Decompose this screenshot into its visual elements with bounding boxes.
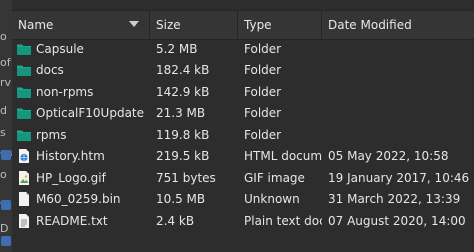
sidebar-fragment: d <box>0 104 7 117</box>
file-type: Folder <box>244 106 282 121</box>
folder-icon <box>16 105 32 121</box>
folder-icon <box>16 41 32 57</box>
file-name-cell: README.txt <box>12 213 150 229</box>
file-name-cell: rpms <box>12 127 150 143</box>
column-header-date-label: Date Modified <box>328 18 412 32</box>
column-header-date-modified[interactable]: Date Modified <box>322 11 474 39</box>
sidebar-fragment-icon <box>1 150 11 160</box>
file-name-cell: Capsule <box>12 41 150 57</box>
sort-descending-icon <box>129 21 139 27</box>
file-rows: Capsule 5.2 MB Folder docs 182.4 kB Folder non… <box>12 38 474 232</box>
file-name: docs <box>36 63 64 78</box>
sidebar-fragment: o <box>0 168 7 181</box>
folder-icon <box>16 127 32 143</box>
file-type: HTML docum… <box>244 149 322 164</box>
file-date-modified: 19 January 2017, 10:46 <box>328 170 470 185</box>
file-name-cell: HP_Logo.gif <box>12 170 150 186</box>
file-row[interactable]: Capsule 5.2 MB Folder <box>12 38 474 60</box>
file-row[interactable]: History.htm 219.5 kB HTML docum… 05 May 202… <box>12 146 474 168</box>
binary-file-icon <box>16 191 32 207</box>
file-name: Capsule <box>36 41 84 56</box>
file-row[interactable]: docs 182.4 kB Folder <box>12 60 474 82</box>
file-row[interactable]: M60_0259.bin 10.5 MB Unknown 31 March 2022,… <box>12 189 474 211</box>
file-name-cell: non-rpms <box>12 84 150 100</box>
image-file-icon <box>16 170 32 186</box>
file-size: 142.9 kB <box>156 84 210 99</box>
file-list: Name Size Type Date Modified Capsule 5.2 … <box>12 0 474 252</box>
column-header-size[interactable]: Size <box>150 11 238 39</box>
column-header-name-label: Name <box>18 18 54 32</box>
file-type: Unknown <box>244 192 300 207</box>
file-name: rpms <box>36 127 67 142</box>
file-row[interactable]: non-rpms 142.9 kB Folder <box>12 81 474 103</box>
file-name-cell: docs <box>12 62 150 78</box>
file-name-cell: History.htm <box>12 148 150 164</box>
file-size: 2.4 kB <box>156 213 195 228</box>
sidebar-fragment: D <box>0 222 9 235</box>
file-name-cell: OpticalF10Update <box>12 105 150 121</box>
column-header-name[interactable]: Name <box>12 11 150 39</box>
file-type: Plain text doc… <box>244 213 322 228</box>
file-date-modified: 31 March 2022, 13:39 <box>328 192 461 207</box>
text-file-icon <box>16 213 32 229</box>
html-file-icon <box>16 148 32 164</box>
sidebar-fragment: o <box>0 30 7 43</box>
file-manager-window: oofrvdsouocD Name Size Type Date Modifie… <box>0 0 474 252</box>
file-type: Folder <box>244 63 282 78</box>
file-size: 751 bytes <box>156 170 216 185</box>
file-row[interactable]: OpticalF10Update 21.3 MB Folder <box>12 103 474 125</box>
sidebar-fragment-icon <box>1 200 11 210</box>
folder-icon <box>16 84 32 100</box>
sidebar-fragment: of <box>0 56 11 69</box>
file-size: 219.5 kB <box>156 149 210 164</box>
file-name: HP_Logo.gif <box>36 170 106 185</box>
column-header-type[interactable]: Type <box>238 11 322 39</box>
column-header-size-label: Size <box>156 18 181 32</box>
column-header: Name Size Type Date Modified <box>12 10 474 40</box>
file-type: Folder <box>244 127 282 142</box>
file-size: 182.4 kB <box>156 63 210 78</box>
file-size: 119.8 kB <box>156 127 210 142</box>
file-date-modified: 05 May 2022, 10:58 <box>328 149 449 164</box>
file-row[interactable]: rpms 119.8 kB Folder <box>12 124 474 146</box>
folder-icon <box>16 62 32 78</box>
file-type: Folder <box>244 84 282 99</box>
sidebar-fragment: rv <box>0 76 12 89</box>
file-name-cell: M60_0259.bin <box>12 191 150 207</box>
file-name: non-rpms <box>36 84 94 99</box>
file-row[interactable]: README.txt 2.4 kB Plain text doc… 07 August… <box>12 210 474 232</box>
file-type: Folder <box>244 41 282 56</box>
file-type: GIF image <box>244 170 305 185</box>
file-size: 5.2 MB <box>156 41 198 56</box>
sidebar-fragment-icon <box>1 236 11 246</box>
sidebar-fragment: s <box>0 126 6 139</box>
file-size: 10.5 MB <box>156 192 206 207</box>
file-name: History.htm <box>36 149 105 164</box>
file-name: M60_0259.bin <box>36 192 121 207</box>
file-date-modified: 07 August 2020, 14:00 <box>328 213 466 228</box>
file-name: OpticalF10Update <box>36 106 145 121</box>
file-name: README.txt <box>36 213 108 228</box>
column-header-type-label: Type <box>244 18 272 32</box>
file-size: 21.3 MB <box>156 106 206 121</box>
file-row[interactable]: HP_Logo.gif 751 bytes GIF image 19 January … <box>12 167 474 189</box>
